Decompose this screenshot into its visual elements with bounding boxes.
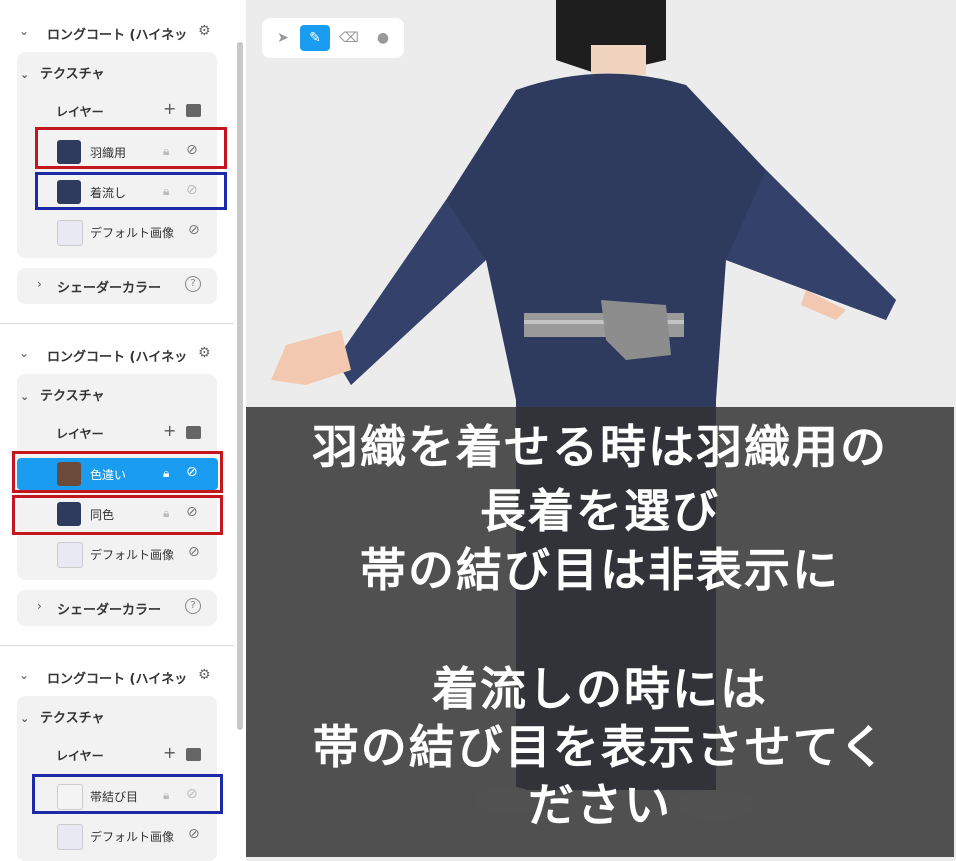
adjust-icon[interactable]: ⚙ <box>198 345 211 361</box>
texture-title: テクスチャ <box>40 711 105 726</box>
chevron-down-icon: ⌄ <box>19 24 30 38</box>
layer-thumbnail <box>57 542 83 568</box>
caption-line: 帯の結び目を表示させてく <box>312 720 888 774</box>
texture-title: テクスチャ <box>40 389 105 404</box>
caption-line: 羽織を着せる時は羽織用の <box>312 420 888 474</box>
texture-header[interactable]: ⌄ テクスチャ <box>20 385 104 407</box>
adjust-icon[interactable]: ⚙ <box>198 23 211 39</box>
chevron-down-icon: ⌄ <box>19 346 30 360</box>
divider <box>0 323 234 324</box>
caption-line: 長着を選び <box>480 484 720 538</box>
layer-row[interactable]: デフォルト画像 ⊘ <box>38 538 218 570</box>
chevron-down-icon: ⌄ <box>20 68 30 81</box>
layer-panel: ⌄ ロングコート (ハイネッ ⚙ ⌄ テクスチャ レイヤー + 羽織用 🔒︎ ⊘ … <box>0 0 246 861</box>
shader-title: シェーダーカラー <box>57 603 162 618</box>
shader-color-group[interactable]: › シェーダーカラー ? <box>17 590 217 626</box>
texture-header[interactable]: ⌄ テクスチャ <box>20 707 104 729</box>
layer-name: デフォルト画像 <box>90 548 175 562</box>
layer-label: レイヤー <box>56 749 104 763</box>
section-title: ロングコート (ハイネッ <box>47 672 188 687</box>
add-layer-icon[interactable]: + <box>163 421 176 440</box>
highlight-box-blue <box>35 172 227 210</box>
pen-icon[interactable]: ✎ <box>300 25 330 51</box>
droplet-icon[interactable]: ● <box>368 25 398 51</box>
layer-thumbnail <box>57 824 83 850</box>
help-icon[interactable]: ? <box>185 276 201 292</box>
eraser-icon[interactable]: ⌫ <box>334 25 364 51</box>
chevron-down-icon: ⌄ <box>19 668 30 682</box>
shader-color-group[interactable]: › シェーダーカラー ? <box>17 268 217 304</box>
caption-line: 帯の結び目は非表示に <box>360 543 840 597</box>
layer-name: デフォルト画像 <box>90 226 175 240</box>
chevron-right-icon: › <box>37 599 42 613</box>
eye-off-icon[interactable]: ⊘ <box>188 222 200 238</box>
add-image-icon[interactable] <box>186 426 201 439</box>
layer-row[interactable]: デフォルト画像 ⊘ <box>38 820 218 852</box>
layer-name: デフォルト画像 <box>90 830 175 844</box>
highlight-box-red <box>12 451 223 493</box>
section-title: ロングコート (ハイネッ <box>47 28 188 43</box>
eye-off-icon[interactable]: ⊘ <box>188 826 200 842</box>
caption-line: 着流しの時には <box>432 662 768 716</box>
layer-thumbnail <box>57 220 83 246</box>
select-arrow-icon[interactable]: ➤ <box>268 25 298 51</box>
section-header[interactable]: ⌄ ロングコート (ハイネッ ⚙ <box>0 342 236 370</box>
adjust-icon[interactable]: ⚙ <box>198 667 211 683</box>
help-icon[interactable]: ? <box>185 598 201 614</box>
section-header[interactable]: ⌄ ロングコート (ハイネッ ⚙ <box>0 20 236 48</box>
add-image-icon[interactable] <box>186 104 201 117</box>
caption-line: ださい <box>528 778 672 832</box>
chevron-down-icon: ⌄ <box>20 712 30 725</box>
panel-scrollbar[interactable] <box>237 42 243 730</box>
chevron-down-icon: ⌄ <box>20 390 30 403</box>
texture-title: テクスチャ <box>40 67 105 82</box>
divider <box>0 645 234 646</box>
highlight-box-blue <box>32 774 223 814</box>
add-layer-icon[interactable]: + <box>163 99 176 118</box>
drawing-toolbar: ➤ ✎ ⌫ ● <box>262 18 404 58</box>
add-layer-icon[interactable]: + <box>163 743 176 762</box>
section-header[interactable]: ⌄ ロングコート (ハイネッ ⚙ <box>0 664 236 692</box>
section-title: ロングコート (ハイネッ <box>47 350 188 365</box>
texture-header[interactable]: ⌄ テクスチャ <box>20 63 104 85</box>
layer-label: レイヤー <box>56 105 104 119</box>
layer-label: レイヤー <box>56 427 104 441</box>
layer-row[interactable]: デフォルト画像 ⊘ <box>38 216 218 248</box>
eye-off-icon[interactable]: ⊘ <box>188 544 200 560</box>
add-image-icon[interactable] <box>186 748 201 761</box>
highlight-box-red <box>35 127 227 169</box>
shader-title: シェーダーカラー <box>57 281 162 296</box>
chevron-right-icon: › <box>37 277 42 291</box>
highlight-box-red <box>12 495 223 535</box>
